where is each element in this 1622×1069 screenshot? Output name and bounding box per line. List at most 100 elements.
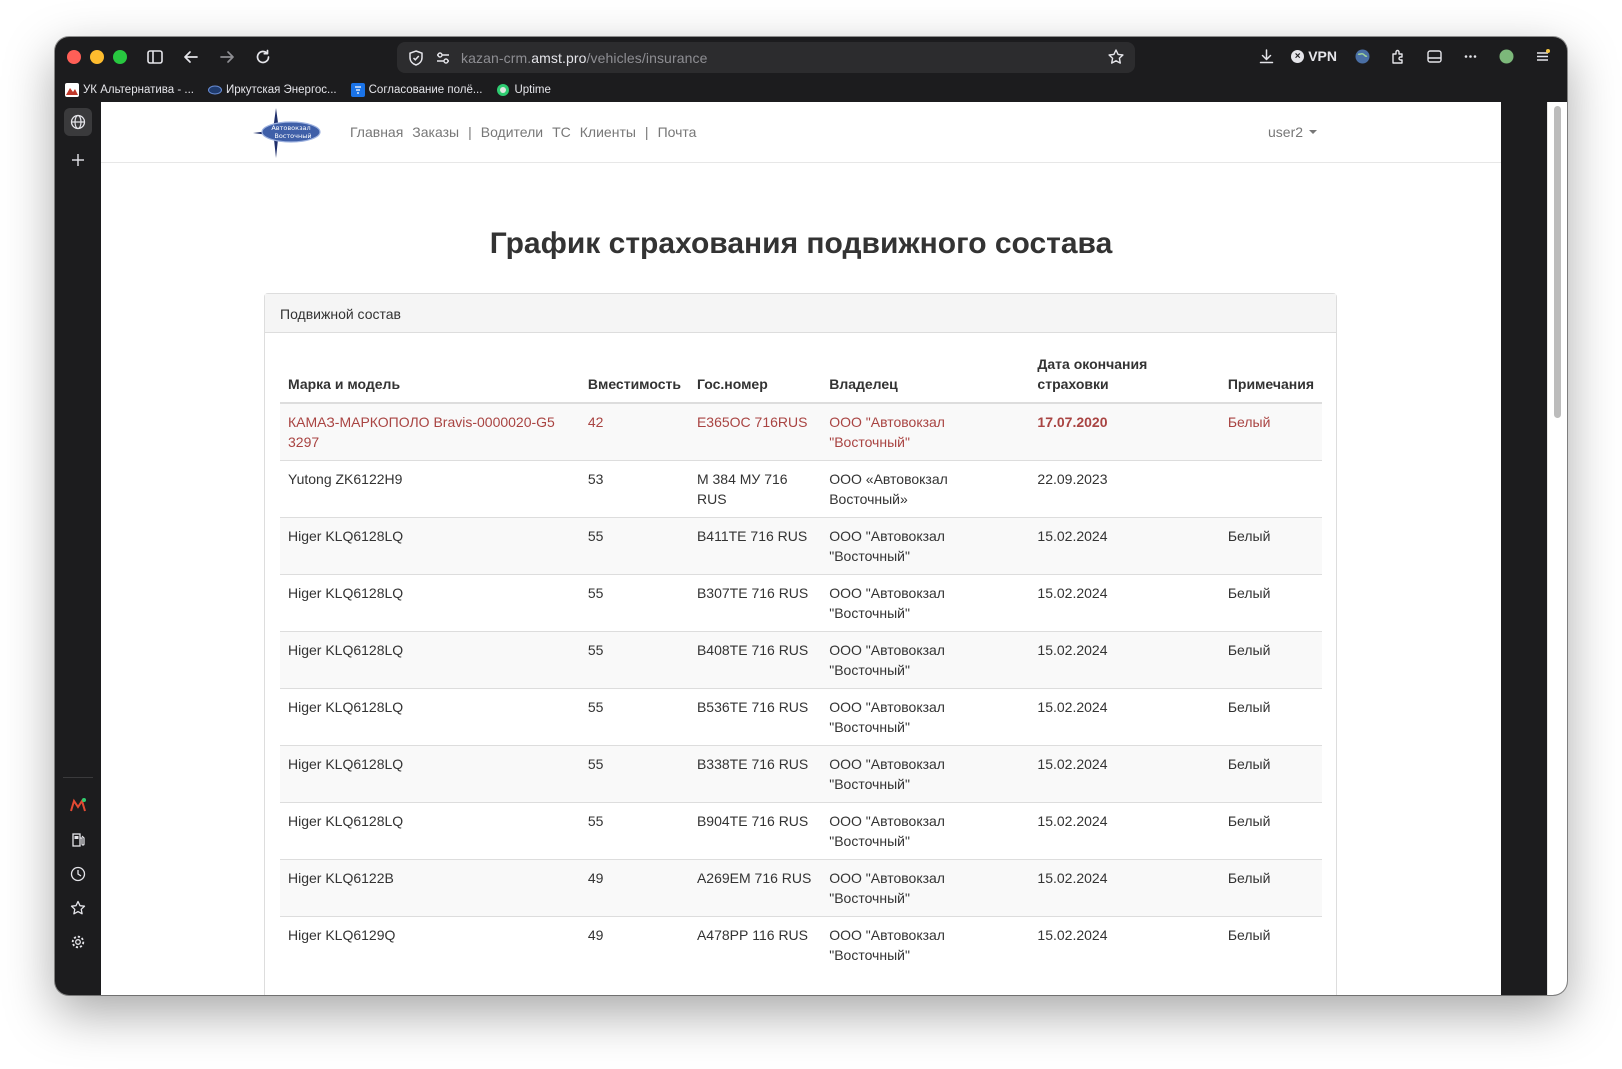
favorites-star-icon[interactable]	[64, 894, 92, 922]
scrollbar-thumb[interactable]	[1554, 106, 1561, 418]
insurance-table: Марка и модель Вместимость Гос.номер Вла…	[280, 354, 1322, 973]
table-row[interactable]: Higer KLQ6128LQ 55 В411ТЕ 716 RUS ООО "Авто…	[280, 517, 1322, 575]
table-row[interactable]: КАМАЗ-МАРКОПОЛО Bravis-0000020-G5 3297 42…	[280, 402, 1322, 461]
table-row[interactable]: Higer KLQ6128LQ 55 В408ТЕ 716 RUS ООО "Авто…	[280, 631, 1322, 689]
site-settings-icon[interactable]	[435, 50, 451, 66]
cell-date: 15.02.2024	[1029, 631, 1220, 689]
history-clock-icon[interactable]	[64, 860, 92, 888]
tab-snapshot-icon[interactable]	[1423, 45, 1445, 67]
cell-note: Белый	[1219, 916, 1322, 973]
cell-date: 15.02.2024	[1029, 574, 1220, 632]
bookmark-item[interactable]: Uptime	[496, 83, 551, 97]
col-header-owner[interactable]: Владелец	[821, 354, 1030, 404]
col-header-notes[interactable]: Примечания	[1219, 354, 1322, 404]
menu-drivers-link[interactable]: Водители	[481, 124, 543, 140]
cell-model: Higer KLQ6128LQ	[280, 745, 580, 803]
logo-text-bottom: Восточный	[274, 132, 311, 140]
logo-text-top: Автовокзал	[271, 124, 310, 132]
back-arrow-icon[interactable]	[179, 45, 203, 69]
globe-icon[interactable]	[64, 108, 92, 136]
bookmark-star-icon[interactable]	[1107, 48, 1125, 66]
table-row[interactable]: Higer KLQ6128LQ 55 В904ТЕ 716 RUS ООО "Авто…	[280, 802, 1322, 860]
bookmark-item[interactable]: УК Альтернатива - ...	[65, 83, 194, 97]
cell-capacity: 55	[579, 631, 689, 689]
cell-capacity: 55	[579, 688, 689, 746]
col-header-plate[interactable]: Гос.номер	[688, 354, 822, 404]
close-window-button[interactable]	[67, 50, 81, 64]
cell-model: Higer KLQ6128LQ	[280, 802, 580, 860]
cell-plate: В307ТЕ 716 RUS	[688, 574, 822, 632]
table-row[interactable]: Higer KLQ6129Q 49 А478РР 116 RUS ООО "Автов…	[280, 916, 1322, 973]
cell-model: Higer KLQ6128LQ	[280, 517, 580, 575]
menu-vehicles-link[interactable]: ТС	[552, 124, 571, 140]
shield-icon[interactable]	[407, 49, 425, 67]
menu-clients-link[interactable]: Клиенты	[580, 124, 636, 140]
add-panel-icon[interactable]	[64, 146, 92, 174]
menu-separator: |	[468, 124, 472, 140]
table-row[interactable]: Yutong ZK6122H9 53 М 384 МУ 716 RUS ООО «Ав…	[280, 460, 1322, 518]
table-body: КАМАЗ-МАРКОПОЛО Bravis-0000020-G5 3297 42…	[280, 402, 1322, 973]
bookmark-label: Согласование полё...	[368, 84, 483, 96]
menu-separator: |	[644, 124, 649, 140]
cell-date: 15.02.2024	[1029, 859, 1220, 917]
cell-capacity: 53	[579, 460, 689, 518]
cell-model: Higer KLQ6128LQ	[280, 574, 580, 632]
metro-app-icon[interactable]	[64, 792, 92, 820]
gas-station-icon[interactable]	[64, 826, 92, 854]
cell-owner: ООО "Автовокзал "Восточный"	[821, 574, 1030, 632]
cell-model: Higer KLQ6129Q	[280, 916, 580, 973]
bookmark-item[interactable]: Согласование полё...	[350, 83, 483, 97]
vehicles-panel: Подвижной состав Марка и модель Вместимо…	[264, 293, 1337, 995]
user-dropdown[interactable]: user2	[1268, 124, 1318, 140]
vpn-status-icon: ×	[1291, 49, 1305, 63]
cell-note: Белый	[1219, 631, 1322, 689]
minimize-window-button[interactable]	[90, 50, 104, 64]
cell-plate: Е365ОС 716RUS	[688, 402, 822, 461]
cell-owner: ООО "Автовокзал "Восточный"	[821, 916, 1030, 973]
globe-extension-icon[interactable]	[1351, 45, 1373, 67]
company-logo[interactable]: Автовокзал Восточный	[251, 108, 321, 158]
address-bar[interactable]: kazan-crm.amst.pro/vehicles/insurance	[397, 42, 1135, 73]
col-header-capacity[interactable]: Вместимость	[579, 354, 689, 404]
bookmark-item[interactable]: Иркутская Энергос...	[207, 83, 337, 97]
cell-plate: В408ТЕ 716 RUS	[688, 631, 822, 689]
page-viewport: Автовокзал Восточный Главная Заказы | Во…	[101, 102, 1501, 995]
reload-icon[interactable]	[251, 45, 275, 69]
cell-date: 15.02.2024	[1029, 517, 1220, 575]
cell-owner: ООО "Автовокзал "Восточный"	[821, 802, 1030, 860]
menu-mail-link[interactable]: Почта	[658, 124, 697, 140]
url-text: kazan-crm.amst.pro/vehicles/insurance	[461, 49, 708, 66]
cell-note: Белый	[1219, 574, 1322, 632]
cell-owner: ООО "Автовокзал "Восточный"	[821, 745, 1030, 803]
settings-gear-icon[interactable]	[64, 928, 92, 956]
more-options-icon[interactable]	[1459, 45, 1481, 67]
cell-note: Белый	[1219, 517, 1322, 575]
download-icon[interactable]	[1255, 45, 1277, 67]
sidebar-toggle-icon[interactable]	[143, 45, 167, 69]
page-scrollbar[interactable]	[1547, 102, 1567, 995]
cell-owner: ООО «Автовокзал Восточный»	[821, 460, 1030, 518]
cell-model: Higer KLQ6128LQ	[280, 688, 580, 746]
table-row[interactable]: Higer KLQ6128LQ 55 В338ТЕ 716 RUS ООО "Авто…	[280, 745, 1322, 803]
extensions-icon[interactable]	[1387, 45, 1409, 67]
menu-orders-link[interactable]: Заказы	[412, 124, 459, 140]
page-title: График страхования подвижного состава	[489, 227, 1113, 260]
cell-capacity: 49	[579, 916, 689, 973]
browser-window: kazan-crm.amst.pro/vehicles/insurance × …	[55, 37, 1567, 995]
easy-setup-menu-icon[interactable]	[1531, 45, 1553, 67]
profile-avatar-icon[interactable]	[1495, 45, 1517, 67]
col-header-model[interactable]: Марка и модель	[280, 354, 580, 404]
cell-owner: ООО "Автовокзал "Восточный"	[821, 631, 1030, 689]
col-header-insurance-end[interactable]: Дата окончания страховки	[1029, 354, 1220, 404]
menu-home-link[interactable]: Главная	[350, 124, 403, 140]
table-row[interactable]: Higer KLQ6128LQ 55 В536ТЕ 716 RUS ООО "Авто…	[280, 688, 1322, 746]
uptime-logo-icon	[496, 83, 510, 97]
energy-logo-icon	[207, 83, 222, 97]
bookmark-label: Uptime	[514, 84, 551, 96]
maximize-window-button[interactable]	[113, 50, 127, 64]
vpn-button[interactable]: × VPN	[1291, 48, 1337, 64]
table-row[interactable]: Higer KLQ6122B 49 А269ЕМ 716 RUS ООО "Автов…	[280, 859, 1322, 917]
table-row[interactable]: Higer KLQ6128LQ 55 В307ТЕ 716 RUS ООО "Авто…	[280, 574, 1322, 632]
forward-arrow-icon[interactable]	[215, 45, 239, 69]
cell-date: 15.02.2024	[1029, 802, 1220, 860]
